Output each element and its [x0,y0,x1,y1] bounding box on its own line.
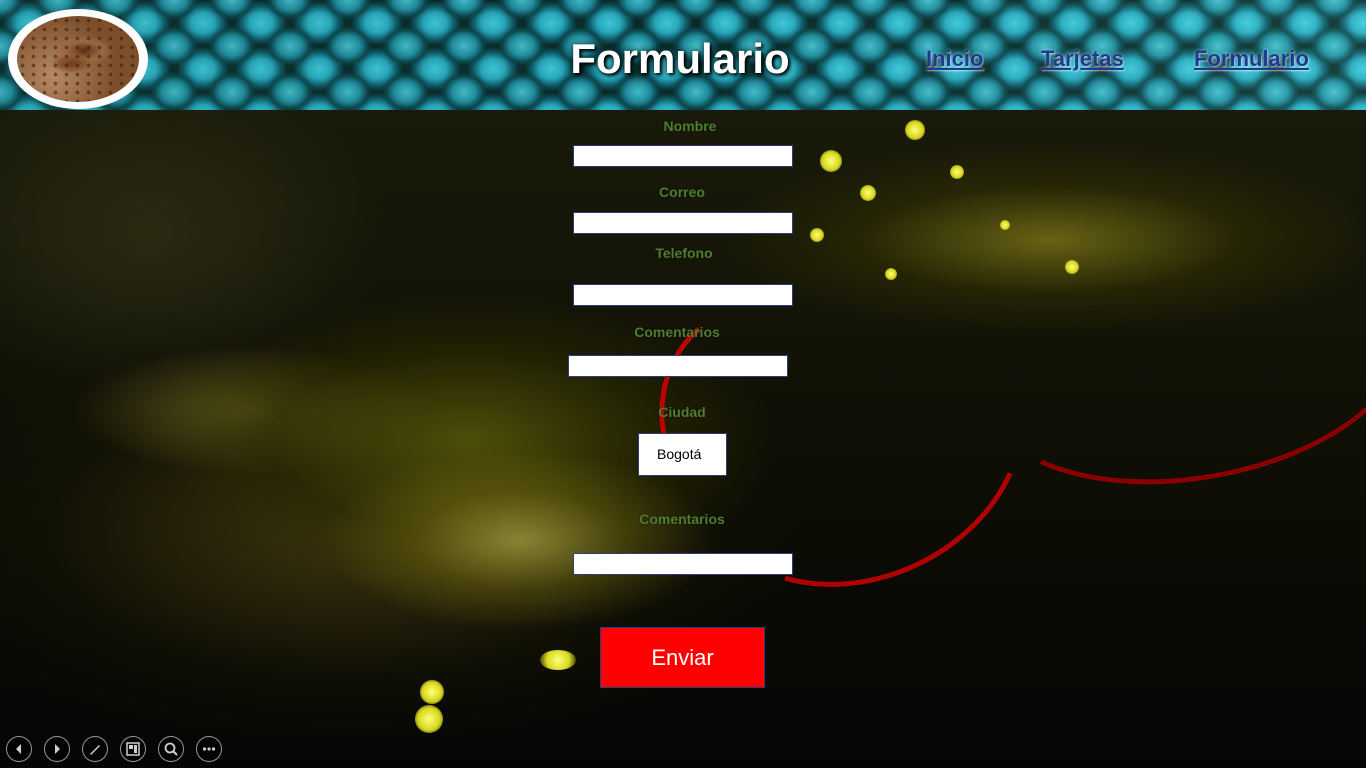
snake-photo-logo [17,16,139,102]
ciudad-label: Ciudad [658,404,706,420]
nombre-input[interactable] [573,145,793,167]
correo-label: Correo [659,184,705,200]
slide-canvas: Formulario Inicio Tarjetas Formulario No… [0,0,1366,768]
nav-link-formulario[interactable]: Formulario [1194,44,1309,74]
telefono-label: Telefono [655,245,713,261]
zoom-icon[interactable] [158,736,184,762]
red-stripe-decoration [963,214,1366,516]
more-options-icon[interactable] [196,736,222,762]
comentarios-label: Comentarios [634,324,720,340]
next-slide-icon[interactable] [44,736,70,762]
nav-link-inicio[interactable]: Inicio [926,44,983,74]
comentarios-2-input[interactable] [573,553,793,575]
pen-icon[interactable] [82,736,108,762]
correo-input[interactable] [573,212,793,234]
comentarios-2-label: Comentarios [639,511,725,527]
ciudad-select[interactable]: Bogotá [638,433,727,476]
telefono-input[interactable] [573,284,793,306]
comentarios-input[interactable] [568,355,788,377]
logo-frame [8,9,148,109]
nombre-label: Nombre [663,118,717,134]
submit-button[interactable]: Enviar [600,627,765,688]
nav-link-tarjetas[interactable]: Tarjetas [1041,44,1124,74]
page-title: Formulario [570,35,790,82]
slides-grid-icon[interactable] [120,736,146,762]
previous-slide-icon[interactable] [6,736,32,762]
